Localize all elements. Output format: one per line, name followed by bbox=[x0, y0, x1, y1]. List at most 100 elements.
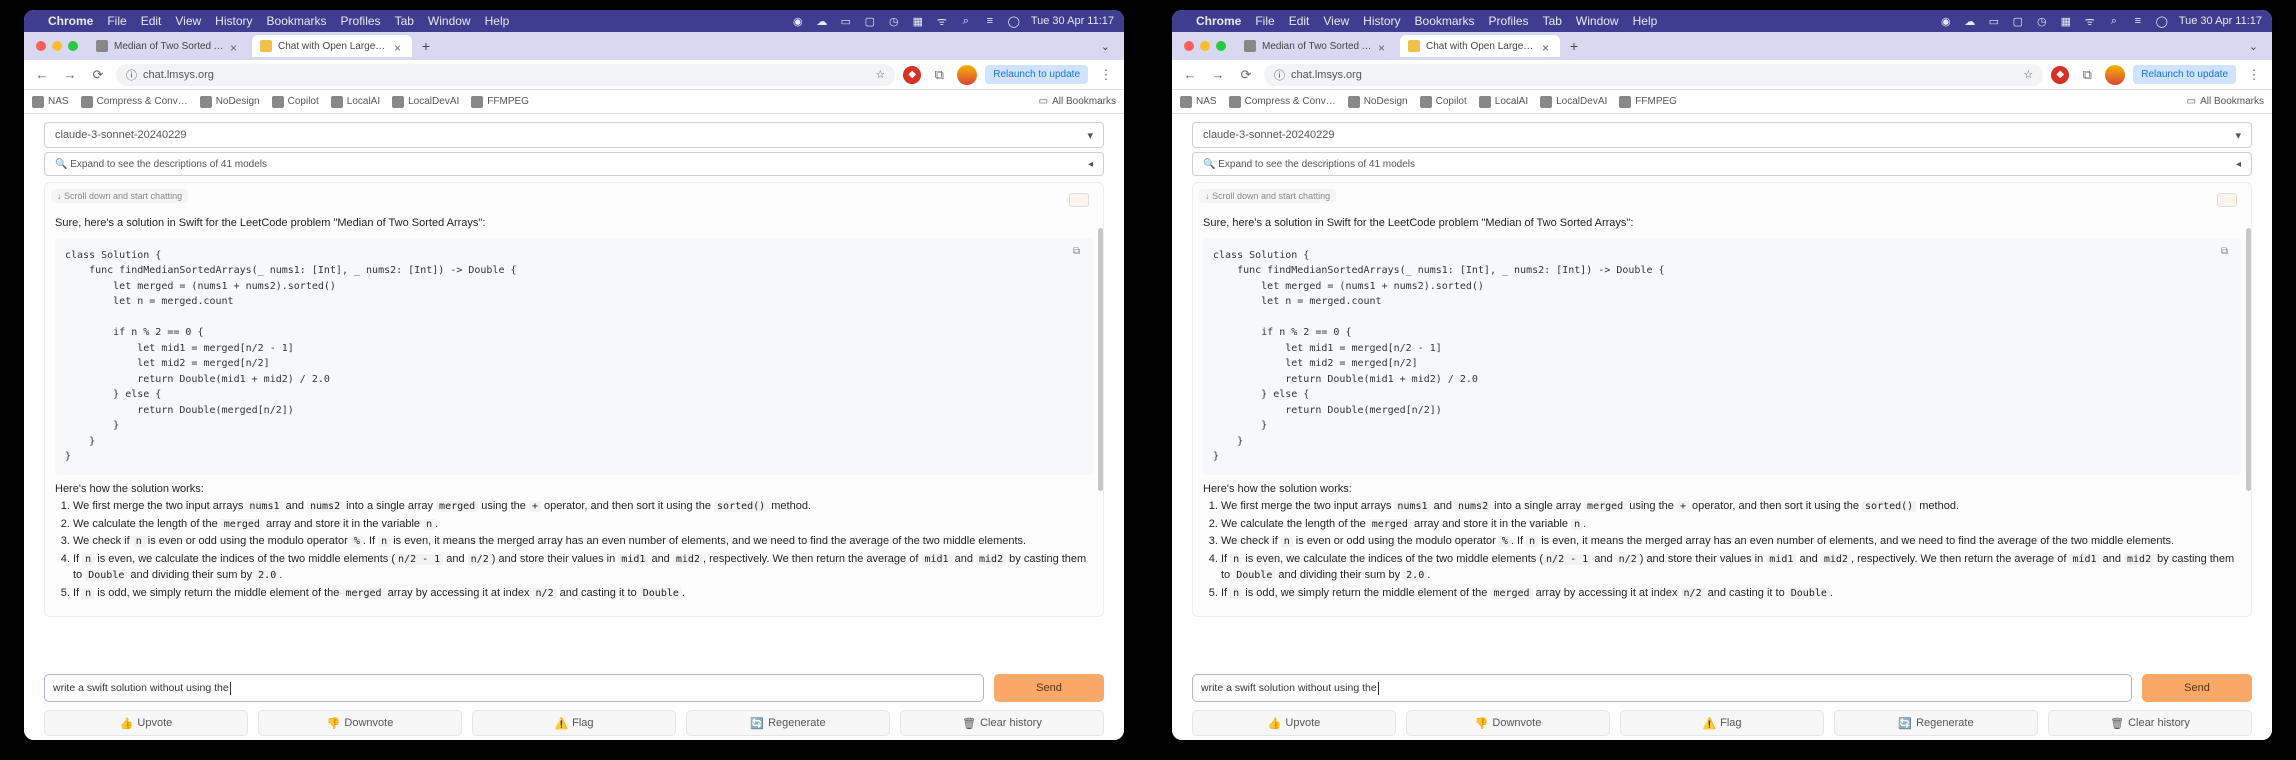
extension-adblock-icon[interactable]: ◆ bbox=[2051, 66, 2069, 84]
menu-help[interactable]: Help bbox=[485, 14, 510, 28]
relaunch-button[interactable]: Relaunch to update bbox=[985, 65, 1088, 84]
menu-history[interactable]: History bbox=[215, 14, 252, 28]
new-tab-button[interactable]: + bbox=[416, 36, 436, 56]
clock-icon[interactable]: ◷ bbox=[2035, 14, 2049, 28]
omnibox[interactable]: ⓘ chat.lmsys.org ☆ bbox=[1264, 64, 2043, 86]
tab-close-icon[interactable]: × bbox=[1542, 41, 1552, 51]
menubar-clock[interactable]: Tue 30 Apr 11:17 bbox=[2179, 15, 2262, 27]
flag-button[interactable]: ⚠️ Flag bbox=[1620, 710, 1824, 736]
menu-window[interactable]: Window bbox=[1576, 14, 1619, 28]
send-button[interactable]: Send bbox=[994, 674, 1104, 702]
search-icon[interactable]: ⌕ bbox=[2107, 14, 2121, 28]
record-icon[interactable]: ◉ bbox=[1939, 14, 1953, 28]
menu-history[interactable]: History bbox=[1363, 14, 1400, 28]
menu-tab[interactable]: Tab bbox=[1543, 14, 1562, 28]
bookmark-copilot[interactable]: Copilot bbox=[1420, 96, 1467, 108]
site-info-icon[interactable]: ⓘ bbox=[1274, 67, 1285, 83]
clear-history-button[interactable]: 🗑 Clear history bbox=[900, 710, 1104, 736]
wifi-icon[interactable]: ᯤ bbox=[935, 14, 949, 28]
bookmark-copilot[interactable]: Copilot bbox=[272, 96, 319, 108]
bookmark-nodesign[interactable]: NoDesign bbox=[200, 96, 260, 108]
chat-input[interactable]: write a swift solution without using the bbox=[1192, 674, 2132, 702]
clear-history-button[interactable]: 🗑 Clear history bbox=[2048, 710, 2252, 736]
chrome-menu-icon[interactable]: ⋮ bbox=[2244, 65, 2264, 85]
copy-code-icon[interactable]: ⧉ bbox=[1073, 244, 1087, 258]
extension-adblock-icon[interactable]: ◆ bbox=[903, 66, 921, 84]
menu-bookmarks[interactable]: Bookmarks bbox=[267, 14, 327, 28]
control-center-icon[interactable]: ≡ bbox=[983, 14, 997, 28]
tab-median[interactable]: Median of Two Sorted Array… × bbox=[1236, 35, 1396, 57]
menu-view[interactable]: View bbox=[175, 14, 201, 28]
bookmark-localai[interactable]: LocalAI bbox=[1479, 96, 1528, 108]
copy-code-icon[interactable]: ⧉ bbox=[2221, 244, 2235, 258]
tab-close-icon[interactable]: × bbox=[1378, 41, 1388, 51]
all-bookmarks-button[interactable]: ▭ All Bookmarks bbox=[2187, 96, 2264, 107]
screen-icon[interactable]: ▦ bbox=[2059, 14, 2073, 28]
menu-window[interactable]: Window bbox=[428, 14, 471, 28]
tab-chat[interactable]: Chat with Open Large Langu… × bbox=[252, 35, 412, 57]
siri-icon[interactable]: ◯ bbox=[1007, 14, 1021, 28]
back-button[interactable]: ← bbox=[1180, 65, 1200, 85]
omnibox[interactable]: ⓘ chat.lmsys.org ☆ bbox=[116, 64, 895, 86]
menu-view[interactable]: View bbox=[1323, 14, 1349, 28]
tab-close-icon[interactable]: × bbox=[230, 41, 240, 51]
back-button[interactable]: ← bbox=[32, 65, 52, 85]
search-icon[interactable]: ⌕ bbox=[959, 14, 973, 28]
scrollbar[interactable] bbox=[2244, 118, 2252, 666]
menu-edit[interactable]: Edit bbox=[1289, 14, 1310, 28]
forward-button[interactable]: → bbox=[60, 65, 80, 85]
menu-profiles[interactable]: Profiles bbox=[1489, 14, 1529, 28]
downvote-button[interactable]: 👎 Downvote bbox=[258, 710, 462, 736]
display-icon[interactable]: ▭ bbox=[1987, 14, 2001, 28]
bookmark-localdevai[interactable]: LocalDevAI bbox=[392, 96, 459, 108]
star-icon[interactable]: ☆ bbox=[2023, 68, 2033, 81]
menu-edit[interactable]: Edit bbox=[141, 14, 162, 28]
regenerate-button[interactable]: 🔄 Regenerate bbox=[686, 710, 890, 736]
app-name[interactable]: Chrome bbox=[48, 14, 93, 28]
maximize-window-button[interactable] bbox=[1216, 41, 1226, 51]
star-icon[interactable]: ☆ bbox=[875, 68, 885, 81]
record-icon[interactable]: ◉ bbox=[791, 14, 805, 28]
chat-icon[interactable]: ☁ bbox=[1963, 14, 1977, 28]
bookmark-nas[interactable]: NAS bbox=[1180, 96, 1217, 108]
siri-icon[interactable]: ◯ bbox=[2155, 14, 2169, 28]
chrome-menu-icon[interactable]: ⋮ bbox=[1096, 65, 1116, 85]
tab-chat[interactable]: Chat with Open Large Langu… × bbox=[1400, 35, 1560, 57]
profile-avatar[interactable] bbox=[957, 65, 977, 85]
battery-icon[interactable]: ▢ bbox=[2011, 14, 2025, 28]
tab-menu-icon[interactable]: ⌄ bbox=[1093, 40, 1118, 53]
bookmark-localdevai[interactable]: LocalDevAI bbox=[1540, 96, 1607, 108]
menu-file[interactable]: File bbox=[1255, 14, 1274, 28]
menu-bookmarks[interactable]: Bookmarks bbox=[1415, 14, 1475, 28]
scrollbar-thumb[interactable] bbox=[1098, 228, 1103, 491]
flag-button[interactable]: ⚠️ Flag bbox=[472, 710, 676, 736]
screen-icon[interactable]: ▦ bbox=[911, 14, 925, 28]
tab-close-icon[interactable]: × bbox=[394, 41, 404, 51]
bookmark-localai[interactable]: LocalAI bbox=[331, 96, 380, 108]
chat-icon[interactable]: ☁ bbox=[815, 14, 829, 28]
upvote-button[interactable]: 👍 Upvote bbox=[44, 710, 248, 736]
model-selector[interactable]: claude-3-sonnet-20240229 ▾ bbox=[44, 122, 1104, 148]
site-info-icon[interactable]: ⓘ bbox=[126, 67, 137, 83]
bookmark-nas[interactable]: NAS bbox=[32, 96, 69, 108]
close-window-button[interactable] bbox=[36, 41, 46, 51]
menubar-clock[interactable]: Tue 30 Apr 11:17 bbox=[1031, 15, 1114, 27]
battery-icon[interactable]: ▢ bbox=[863, 14, 877, 28]
send-button[interactable]: Send bbox=[2142, 674, 2252, 702]
menu-file[interactable]: File bbox=[107, 14, 126, 28]
bookmark-ffmpeg[interactable]: FFMPEG bbox=[471, 96, 529, 108]
regenerate-button[interactable]: 🔄 Regenerate bbox=[1834, 710, 2038, 736]
minimize-window-button[interactable] bbox=[1200, 41, 1210, 51]
expand-models-row[interactable]: 🔍 Expand to see the descriptions of 41 m… bbox=[1192, 152, 2252, 176]
menu-profiles[interactable]: Profiles bbox=[341, 14, 381, 28]
bookmark-compress[interactable]: Compress & Conv… bbox=[81, 96, 188, 108]
profile-avatar[interactable] bbox=[2105, 65, 2125, 85]
scrollbar[interactable] bbox=[1096, 118, 1104, 666]
upvote-button[interactable]: 👍 Upvote bbox=[1192, 710, 1396, 736]
extensions-icon[interactable]: ⧉ bbox=[929, 65, 949, 85]
control-center-icon[interactable]: ≡ bbox=[2131, 14, 2145, 28]
display-icon[interactable]: ▭ bbox=[839, 14, 853, 28]
reload-button[interactable]: ⟳ bbox=[1236, 65, 1256, 85]
close-window-button[interactable] bbox=[1184, 41, 1194, 51]
menu-help[interactable]: Help bbox=[1633, 14, 1658, 28]
